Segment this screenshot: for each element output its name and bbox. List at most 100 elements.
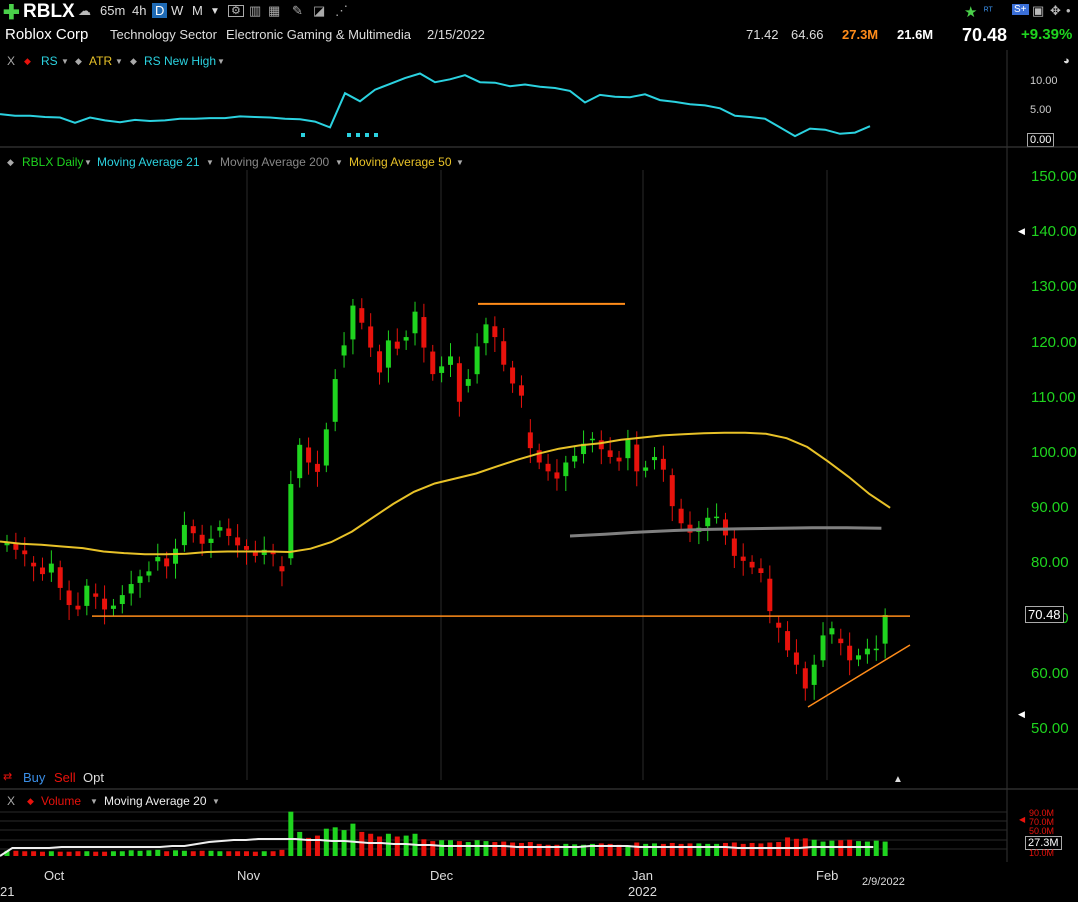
- volume-bar: [758, 843, 764, 856]
- candle-body: [288, 484, 294, 559]
- candle-body: [66, 590, 72, 606]
- candle-body: [510, 367, 516, 384]
- candle-body: [572, 455, 578, 462]
- candle-body: [39, 567, 45, 575]
- candle-body: [235, 537, 241, 546]
- volume-bar: [696, 843, 702, 856]
- volume-bar: [634, 842, 640, 856]
- volume-bar: [377, 836, 383, 856]
- rs-new-high-marker: [374, 133, 378, 137]
- candle-body: [243, 546, 249, 550]
- volume-bar: [510, 842, 516, 856]
- volume-bar: [350, 823, 356, 856]
- candle-body: [767, 578, 773, 612]
- candle-body: [93, 593, 99, 597]
- candle-body: [306, 447, 312, 463]
- candle-body: [652, 456, 658, 461]
- volume-bar: [208, 850, 214, 856]
- volume-bar: [829, 840, 835, 856]
- candle-body: [137, 576, 143, 583]
- candle-body: [660, 458, 666, 470]
- volume-bar: [368, 833, 374, 856]
- rs-line: [0, 72, 871, 138]
- volume-bar: [314, 835, 320, 856]
- rs-new-high-marker: [365, 133, 369, 137]
- candle-body: [643, 467, 649, 471]
- volume-bar: [714, 843, 720, 856]
- candle-body: [864, 648, 870, 655]
- volume-bar: [820, 841, 826, 856]
- volume-bar: [359, 831, 365, 856]
- volume-bar: [119, 851, 125, 856]
- volume-bar: [110, 851, 116, 856]
- candle-body: [350, 305, 356, 340]
- candle-body: [465, 379, 471, 386]
- volume-bar: [652, 843, 658, 856]
- volume-bar: [785, 837, 791, 856]
- candle-body: [483, 324, 489, 344]
- candle-body: [847, 645, 853, 661]
- volume-bar: [864, 841, 870, 856]
- candle-body: [501, 341, 507, 365]
- volume-bar: [57, 851, 63, 856]
- volume-bar: [660, 843, 666, 856]
- candle-body: [199, 534, 205, 544]
- volume-bar: [128, 850, 134, 856]
- candle-body: [776, 622, 782, 628]
- volume-bar: [643, 843, 649, 856]
- volume-bar: [235, 851, 241, 856]
- candle-body: [802, 668, 808, 689]
- candle-body: [616, 457, 622, 462]
- candle-body: [758, 568, 764, 573]
- candle-body: [563, 462, 569, 477]
- candle-body: [332, 379, 338, 422]
- candle-body: [394, 341, 400, 349]
- volume-bar: [84, 851, 90, 856]
- volume-bar: [421, 839, 427, 856]
- volume-bar: [252, 851, 258, 856]
- volume-bar: [394, 836, 400, 856]
- candle-body: [838, 638, 844, 644]
- volume-bar: [527, 842, 533, 856]
- volume-bar: [93, 851, 99, 856]
- price-chart[interactable]: [0, 0, 1078, 902]
- volume-bar: [261, 851, 267, 856]
- candle-body: [297, 444, 303, 479]
- volume-bar: [341, 830, 347, 856]
- volume-bar: [678, 843, 684, 856]
- volume-bar: [518, 842, 524, 856]
- volume-bar: [48, 851, 54, 856]
- volume-bar: [31, 851, 37, 856]
- candle-body: [448, 356, 453, 365]
- candle-body: [368, 326, 374, 348]
- volume-bar: [323, 828, 329, 856]
- candle-body: [811, 664, 817, 685]
- candle-body: [22, 550, 28, 555]
- candle-body: [749, 561, 755, 568]
- volume-bar: [297, 831, 303, 856]
- volume-bar: [492, 842, 498, 856]
- volume-bar: [243, 851, 249, 856]
- volume-bar: [687, 843, 693, 856]
- volume-bar: [474, 840, 480, 856]
- volume-bar: [146, 850, 152, 856]
- volume-bar: [722, 842, 728, 856]
- candle-body: [146, 571, 152, 576]
- candle-body: [518, 385, 524, 396]
- candle-body: [669, 475, 675, 507]
- volume-bar: [13, 850, 19, 856]
- volume-bar: [403, 835, 409, 856]
- candle-body: [873, 648, 879, 651]
- candle-body: [119, 595, 125, 605]
- volume-bar: [740, 843, 746, 856]
- candle-body: [412, 311, 418, 334]
- volume-bar: [465, 842, 471, 856]
- candle-body: [554, 472, 560, 479]
- candle-body: [314, 463, 320, 472]
- volume-bar: [155, 849, 161, 856]
- candle-body: [173, 548, 179, 564]
- volume-bar: [102, 851, 108, 856]
- candle-body: [128, 584, 134, 594]
- candle-body: [607, 450, 613, 457]
- volume-bar: [279, 849, 285, 856]
